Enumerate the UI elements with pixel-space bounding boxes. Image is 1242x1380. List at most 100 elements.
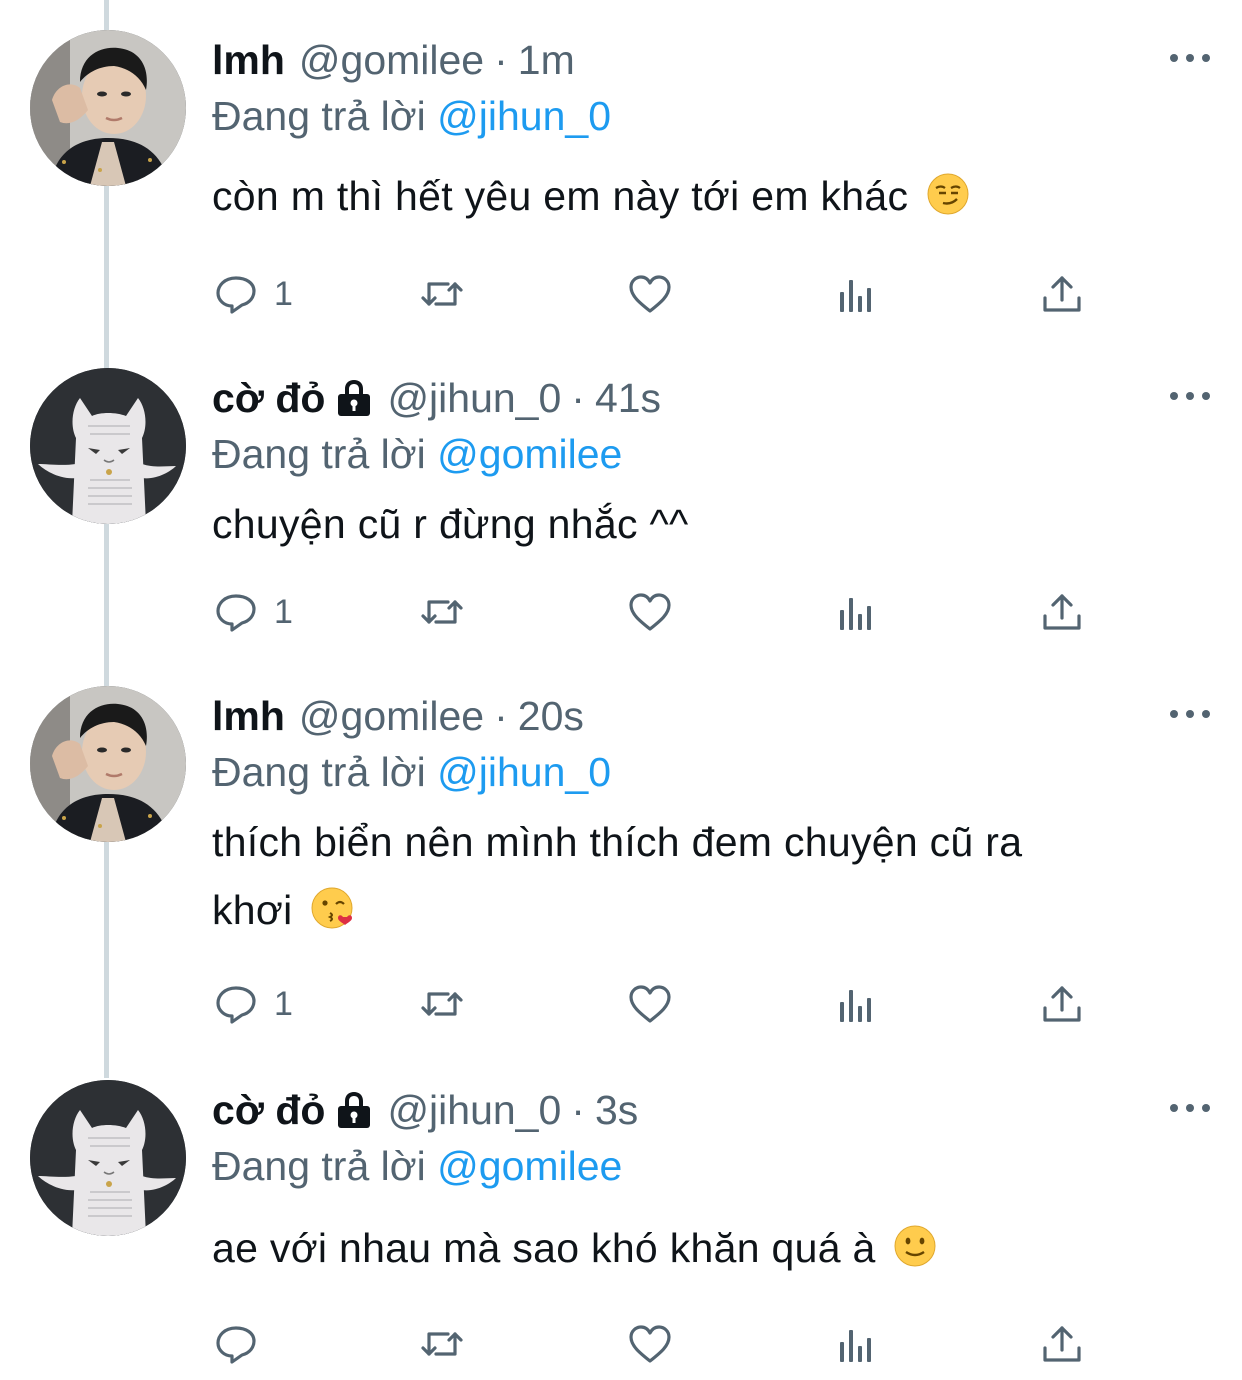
reply-icon [216,1326,256,1364]
replying-to: Đang trả lời @jihun_0 [212,86,611,146]
share-icon [1043,276,1081,312]
retweet-icon [421,600,463,624]
retweet-button[interactable] [418,264,466,324]
replying-to-label: Đang trả lời [212,1143,426,1189]
smirk-emoji-icon [926,172,970,216]
separator-dot: · [571,375,585,421]
retweet-icon [421,1332,463,1356]
kissing-heart-emoji-icon [311,886,354,930]
timestamp[interactable]: 41s [595,368,661,428]
display-name[interactable]: lmh [212,30,285,90]
replying-to: Đang trả lời @gomilee [212,424,622,484]
avatar[interactable] [30,30,186,186]
share-icon [1043,1326,1081,1362]
mention-link[interactable]: @gomilee [437,1143,622,1189]
lock-icon [338,1092,371,1128]
replying-to-label: Đang trả lời [212,431,426,477]
like-button[interactable] [626,582,674,642]
more-icon[interactable] [1168,46,1212,70]
views-button[interactable] [832,1314,880,1374]
reply-icon [216,594,256,632]
reply-button[interactable]: 1 [212,974,293,1034]
replying-to: Đang trả lời @gomilee [212,1136,622,1196]
tweet-text: ae với nhau mà sao khó khăn quá à [212,1214,1202,1282]
tweet[interactable]: cờ đỏ @jihun_0 · 3s Đang trả lời @gomile… [0,1080,1242,1380]
user-handle[interactable]: @gomilee [299,30,484,90]
share-button[interactable] [1038,264,1086,324]
tweet-text: thích biển nên mình thích đem chuyện cũ … [212,808,1202,944]
tweet-header: lmh @gomilee · 20s [212,686,584,746]
replying-to-label: Đang trả lời [212,749,426,795]
slight-smile-emoji-icon [894,1224,937,1268]
tweet[interactable]: cờ đỏ @jihun_0 · 41s Đang trả lời @gomil… [0,368,1242,668]
replying-to: Đang trả lời @jihun_0 [212,742,611,802]
share-icon [1043,986,1081,1022]
mention-link[interactable]: @jihun_0 [437,749,611,795]
display-name[interactable]: lmh [212,686,285,746]
display-name[interactable]: cờ đỏ [212,1080,325,1140]
thread-line [104,0,109,30]
retweet-icon [421,992,463,1016]
like-button[interactable] [626,974,674,1034]
heart-icon [629,593,671,631]
views-button[interactable] [832,264,880,324]
separator-dot: · [494,37,508,83]
tweet-text-content: ae với nhau mà sao khó khăn quá à [212,1225,876,1271]
more-icon[interactable] [1168,384,1212,408]
tweet-text-line: thích biển nên mình thích đem chuyện cũ … [212,819,1023,865]
tweet-text-line: khơi [212,876,1202,944]
like-button[interactable] [626,264,674,324]
tweet-text: còn m thì hết yêu em này tới em khác [212,162,1202,230]
user-handle[interactable]: @jihun_0 [387,1080,561,1140]
tweet-actions [212,1314,1112,1374]
views-button[interactable] [832,974,880,1034]
tweet-actions: 1 [212,974,1112,1034]
user-handle[interactable]: @gomilee [299,686,484,746]
separator-dot: · [494,693,508,739]
avatar[interactable] [30,686,186,842]
tweet-header: cờ đỏ @jihun_0 · 41s [212,368,661,428]
reply-button[interactable]: 1 [212,582,293,642]
share-icon [1043,594,1081,630]
retweet-button[interactable] [418,582,466,642]
tweet-text-content: còn m thì hết yêu em này tới em khác [212,173,909,219]
analytics-icon [840,1330,871,1362]
retweet-icon [421,282,463,306]
tweet[interactable]: lmh @gomilee · 20s Đang trả lời @jihun_0… [0,686,1242,1046]
like-button[interactable] [626,1314,674,1374]
retweet-button[interactable] [418,974,466,1034]
analytics-icon [840,598,871,630]
analytics-icon [840,990,871,1022]
reply-icon [216,986,256,1024]
tweet-actions: 1 [212,582,1112,642]
views-button[interactable] [832,582,880,642]
tweet-text: chuyện cũ r đừng nhắc ^^ [212,490,1202,558]
timestamp[interactable]: 3s [595,1080,638,1140]
display-name[interactable]: cờ đỏ [212,368,325,428]
avatar[interactable] [30,368,186,524]
retweet-button[interactable] [418,1314,466,1374]
tweet-actions: 1 [212,264,1112,324]
more-icon[interactable] [1168,702,1212,726]
timestamp[interactable]: 20s [518,686,584,746]
reply-count: 1 [274,984,293,1023]
heart-icon [629,985,671,1023]
reply-count: 1 [274,592,293,631]
tweet-header: lmh @gomilee · 1m [212,30,575,90]
user-handle[interactable]: @jihun_0 [387,368,561,428]
reply-button[interactable]: 1 [212,264,293,324]
timestamp[interactable]: 1m [518,30,575,90]
mention-link[interactable]: @jihun_0 [437,93,611,139]
tweet-header: cờ đỏ @jihun_0 · 3s [212,1080,638,1140]
share-button[interactable] [1038,582,1086,642]
tweet-text-content: khơi [212,887,293,933]
reply-icon [216,276,256,314]
more-icon[interactable] [1168,1096,1212,1120]
share-button[interactable] [1038,1314,1086,1374]
mention-link[interactable]: @gomilee [437,431,622,477]
tweet[interactable]: lmh @gomilee · 1m Đang trả lời @jihun_0 … [0,30,1242,330]
avatar[interactable] [30,1080,186,1236]
reply-button[interactable] [212,1314,274,1374]
share-button[interactable] [1038,974,1086,1034]
replying-to-label: Đang trả lời [212,93,426,139]
